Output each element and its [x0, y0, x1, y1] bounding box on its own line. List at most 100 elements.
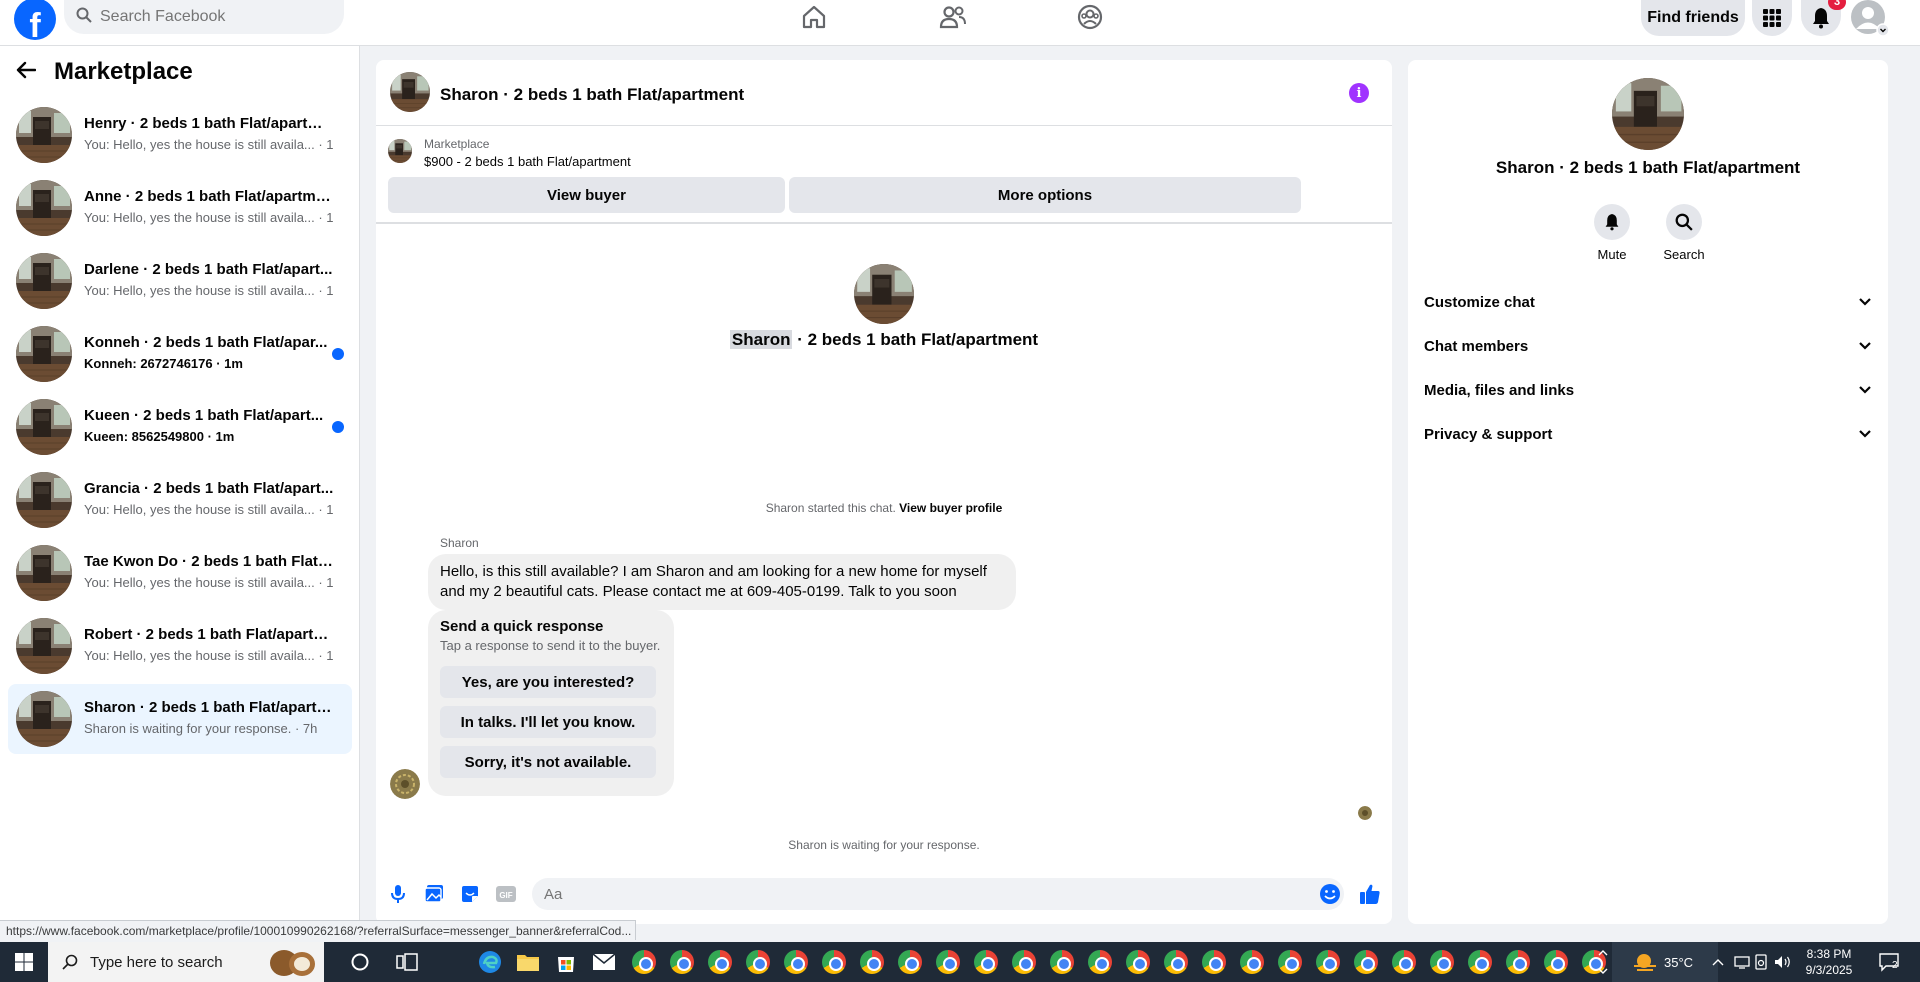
conversation-preview: Sharon is waiting for your response. · 7… — [84, 721, 318, 736]
find-friends-button[interactable]: Find friends — [1641, 0, 1745, 36]
microsoft-store-icon[interactable] — [554, 950, 578, 979]
chrome-taskbar-icon[interactable] — [1240, 950, 1264, 974]
mute-button[interactable]: Mute — [1582, 204, 1642, 262]
chevron-down-icon — [1858, 426, 1872, 443]
quick-response-not-available[interactable]: Sorry, it's not available. — [440, 746, 656, 778]
weather-widget[interactable]: 35°C — [1612, 942, 1718, 982]
edge-icon[interactable] — [478, 950, 502, 979]
thumbs-up-icon[interactable] — [1358, 882, 1382, 906]
chrome-taskbar-icon[interactable] — [1012, 950, 1036, 974]
conversation-item[interactable]: Robert · 2 beds 1 bath Flat/apartm... You… — [8, 611, 352, 681]
cortana-icon[interactable] — [350, 952, 370, 977]
sender-avatar[interactable] — [390, 769, 420, 799]
conversation-item[interactable]: Darlene · 2 beds 1 bath Flat/apart... You… — [8, 246, 352, 316]
quick-response-in-talks[interactable]: In talks. I'll let you know. — [440, 706, 656, 738]
gif-icon[interactable]: GIF — [494, 882, 518, 906]
back-arrow-icon[interactable] — [16, 61, 37, 84]
conversation-item[interactable]: Konneh · 2 beds 1 bath Flat/apar... Konne… — [8, 319, 352, 389]
task-view-icon[interactable] — [396, 952, 418, 977]
chrome-taskbar-icon[interactable] — [1164, 950, 1188, 974]
chrome-taskbar-icon[interactable] — [632, 950, 656, 974]
tray-scroll-arrows[interactable] — [1598, 942, 1608, 982]
chrome-taskbar-icon[interactable] — [1316, 950, 1340, 974]
bell-icon — [1605, 214, 1619, 231]
search-in-chat-button[interactable]: Search — [1654, 204, 1714, 262]
conversation-preview: You: Hello, yes the house is still avail… — [84, 283, 334, 298]
conversation-preview: You: Hello, yes the house is still avail… — [84, 137, 334, 152]
device-icon[interactable] — [1754, 942, 1768, 982]
microphone-icon[interactable] — [386, 882, 410, 906]
conversation-avatar — [16, 545, 72, 601]
photo-icon[interactable] — [422, 882, 446, 906]
chrome-taskbar-icon[interactable] — [1392, 950, 1416, 974]
chrome-taskbar-icon[interactable] — [936, 950, 960, 974]
chrome-taskbar-icon[interactable] — [708, 950, 732, 974]
volume-icon[interactable] — [1774, 942, 1792, 982]
chrome-taskbar-icon[interactable] — [1468, 950, 1492, 974]
chrome-taskbar-icon[interactable] — [974, 950, 998, 974]
media-files-links-row[interactable]: Media, files and links — [1424, 372, 1872, 408]
conversation-preview: You: Hello, yes the house is still avail… — [84, 502, 334, 517]
incoming-message-bubble[interactable]: Hello, is this still available? I am Sha… — [428, 554, 1016, 610]
customize-chat-row[interactable]: Customize chat — [1424, 284, 1872, 320]
chrome-taskbar-icon[interactable] — [1202, 950, 1226, 974]
taskbar-search-box[interactable]: Type here to search — [48, 942, 324, 982]
sticker-icon[interactable] — [458, 882, 482, 906]
chrome-taskbar-icon[interactable] — [1050, 950, 1074, 974]
action-center-button[interactable]: 2 — [1878, 942, 1899, 982]
privacy-support-row[interactable]: Privacy & support — [1424, 416, 1872, 452]
chat-title[interactable]: Sharon · 2 beds 1 bath Flat/apartment — [440, 85, 744, 105]
menu-grid-button[interactable] — [1752, 0, 1792, 36]
chrome-taskbar-icon[interactable] — [670, 950, 694, 974]
chrome-taskbar-icon[interactable] — [784, 950, 808, 974]
listing-thumbnail[interactable] — [388, 139, 412, 163]
chrome-taskbar-icon[interactable] — [746, 950, 770, 974]
home-icon[interactable] — [796, 2, 832, 32]
listing-title[interactable]: $900 - 2 beds 1 bath Flat/apartment — [424, 154, 631, 169]
conversation-item[interactable]: Sharon · 2 beds 1 bath Flat/apartm... Sha… — [8, 684, 352, 754]
mail-icon[interactable] — [592, 952, 616, 977]
account-avatar-button[interactable] — [1850, 0, 1890, 36]
search-facebook-input[interactable] — [100, 8, 320, 26]
conversation-item[interactable]: Anne · 2 beds 1 bath Flat/apartment You: … — [8, 173, 352, 243]
chat-header-avatar[interactable] — [390, 72, 430, 112]
facebook-logo[interactable]: f — [14, 0, 56, 40]
chrome-taskbar-icon[interactable] — [1088, 950, 1112, 974]
friends-icon[interactable] — [935, 2, 971, 32]
svg-text:GIF: GIF — [499, 891, 512, 900]
chrome-taskbar-icon[interactable] — [1544, 950, 1568, 974]
chrome-taskbar-icon[interactable] — [860, 950, 884, 974]
view-buyer-button[interactable]: View buyer — [388, 177, 785, 213]
view-buyer-profile-link[interactable]: View buyer profile — [899, 501, 1002, 515]
message-input[interactable] — [532, 878, 1344, 910]
chrome-taskbar-icon[interactable] — [1354, 950, 1378, 974]
chrome-taskbar-icon[interactable] — [822, 950, 846, 974]
windows-start-button[interactable] — [0, 942, 48, 982]
conversation-preview: Kueen: 8562549800 · 1m — [84, 429, 235, 444]
customize-chat-label: Customize chat — [1424, 293, 1535, 311]
chat-members-row[interactable]: Chat members — [1424, 328, 1872, 364]
conversation-item[interactable]: Grancia · 2 beds 1 bath Flat/apart... You… — [8, 465, 352, 535]
groups-icon[interactable] — [1072, 2, 1108, 32]
info-icon[interactable]: i — [1349, 83, 1369, 103]
network-icon[interactable] — [1734, 942, 1750, 982]
marketplace-inbox-sidebar: Marketplace Henry · 2 beds 1 bath Flat/a… — [0, 46, 360, 922]
quick-response-card: Send a quick response Tap a response to … — [428, 610, 674, 796]
file-explorer-icon[interactable] — [516, 951, 540, 978]
search-facebook-box[interactable] — [64, 0, 344, 34]
conversation-item[interactable]: Kueen · 2 beds 1 bath Flat/apart... Kueen… — [8, 392, 352, 462]
chat-details-panel: Sharon · 2 beds 1 bath Flat/apartment Mu… — [1408, 60, 1888, 924]
chrome-taskbar-icon[interactable] — [1506, 950, 1530, 974]
privacy-support-label: Privacy & support — [1424, 425, 1553, 443]
conversation-item[interactable]: Tae Kwon Do · 2 beds 1 bath Flat/a... You… — [8, 538, 352, 608]
conversation-item[interactable]: Henry · 2 beds 1 bath Flat/apartme... You… — [8, 100, 352, 170]
quick-response-yes[interactable]: Yes, are you interested? — [440, 666, 656, 698]
emoji-icon[interactable] — [1318, 882, 1342, 906]
chrome-taskbar-icon[interactable] — [1126, 950, 1150, 974]
more-options-button[interactable]: More options — [789, 177, 1301, 213]
chrome-taskbar-icon[interactable] — [898, 950, 922, 974]
taskbar-clock[interactable]: 8:38 PM 9/3/2025 — [1794, 946, 1864, 978]
chrome-taskbar-icon[interactable] — [1430, 950, 1454, 974]
chrome-taskbar-icon[interactable] — [1278, 950, 1302, 974]
tray-overflow-chevron-icon[interactable] — [1712, 942, 1724, 982]
